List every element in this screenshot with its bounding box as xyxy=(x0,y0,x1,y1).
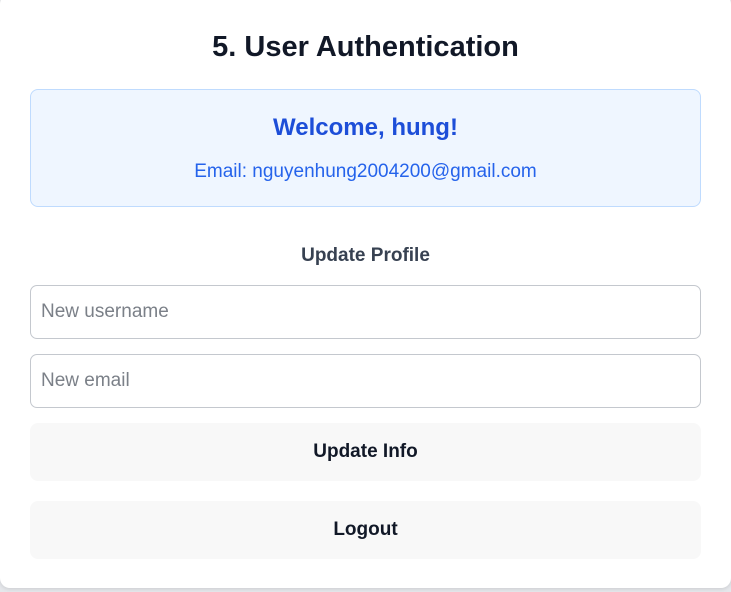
auth-card: 5. User Authentication Welcome, hung! Em… xyxy=(0,0,731,588)
welcome-greeting: Welcome, hung! xyxy=(273,114,458,141)
user-email-text: Email: nguyenhung2004200@gmail.com xyxy=(194,161,537,182)
update-info-button[interactable]: Update Info xyxy=(30,423,701,481)
new-username-input[interactable] xyxy=(30,285,701,339)
update-profile-heading: Update Profile xyxy=(301,245,430,266)
welcome-panel: Welcome, hung! Email: nguyenhung2004200@… xyxy=(30,89,701,207)
logout-button[interactable]: Logout xyxy=(30,501,701,559)
page-title: 5. User Authentication xyxy=(212,31,519,63)
new-email-input[interactable] xyxy=(30,354,701,408)
